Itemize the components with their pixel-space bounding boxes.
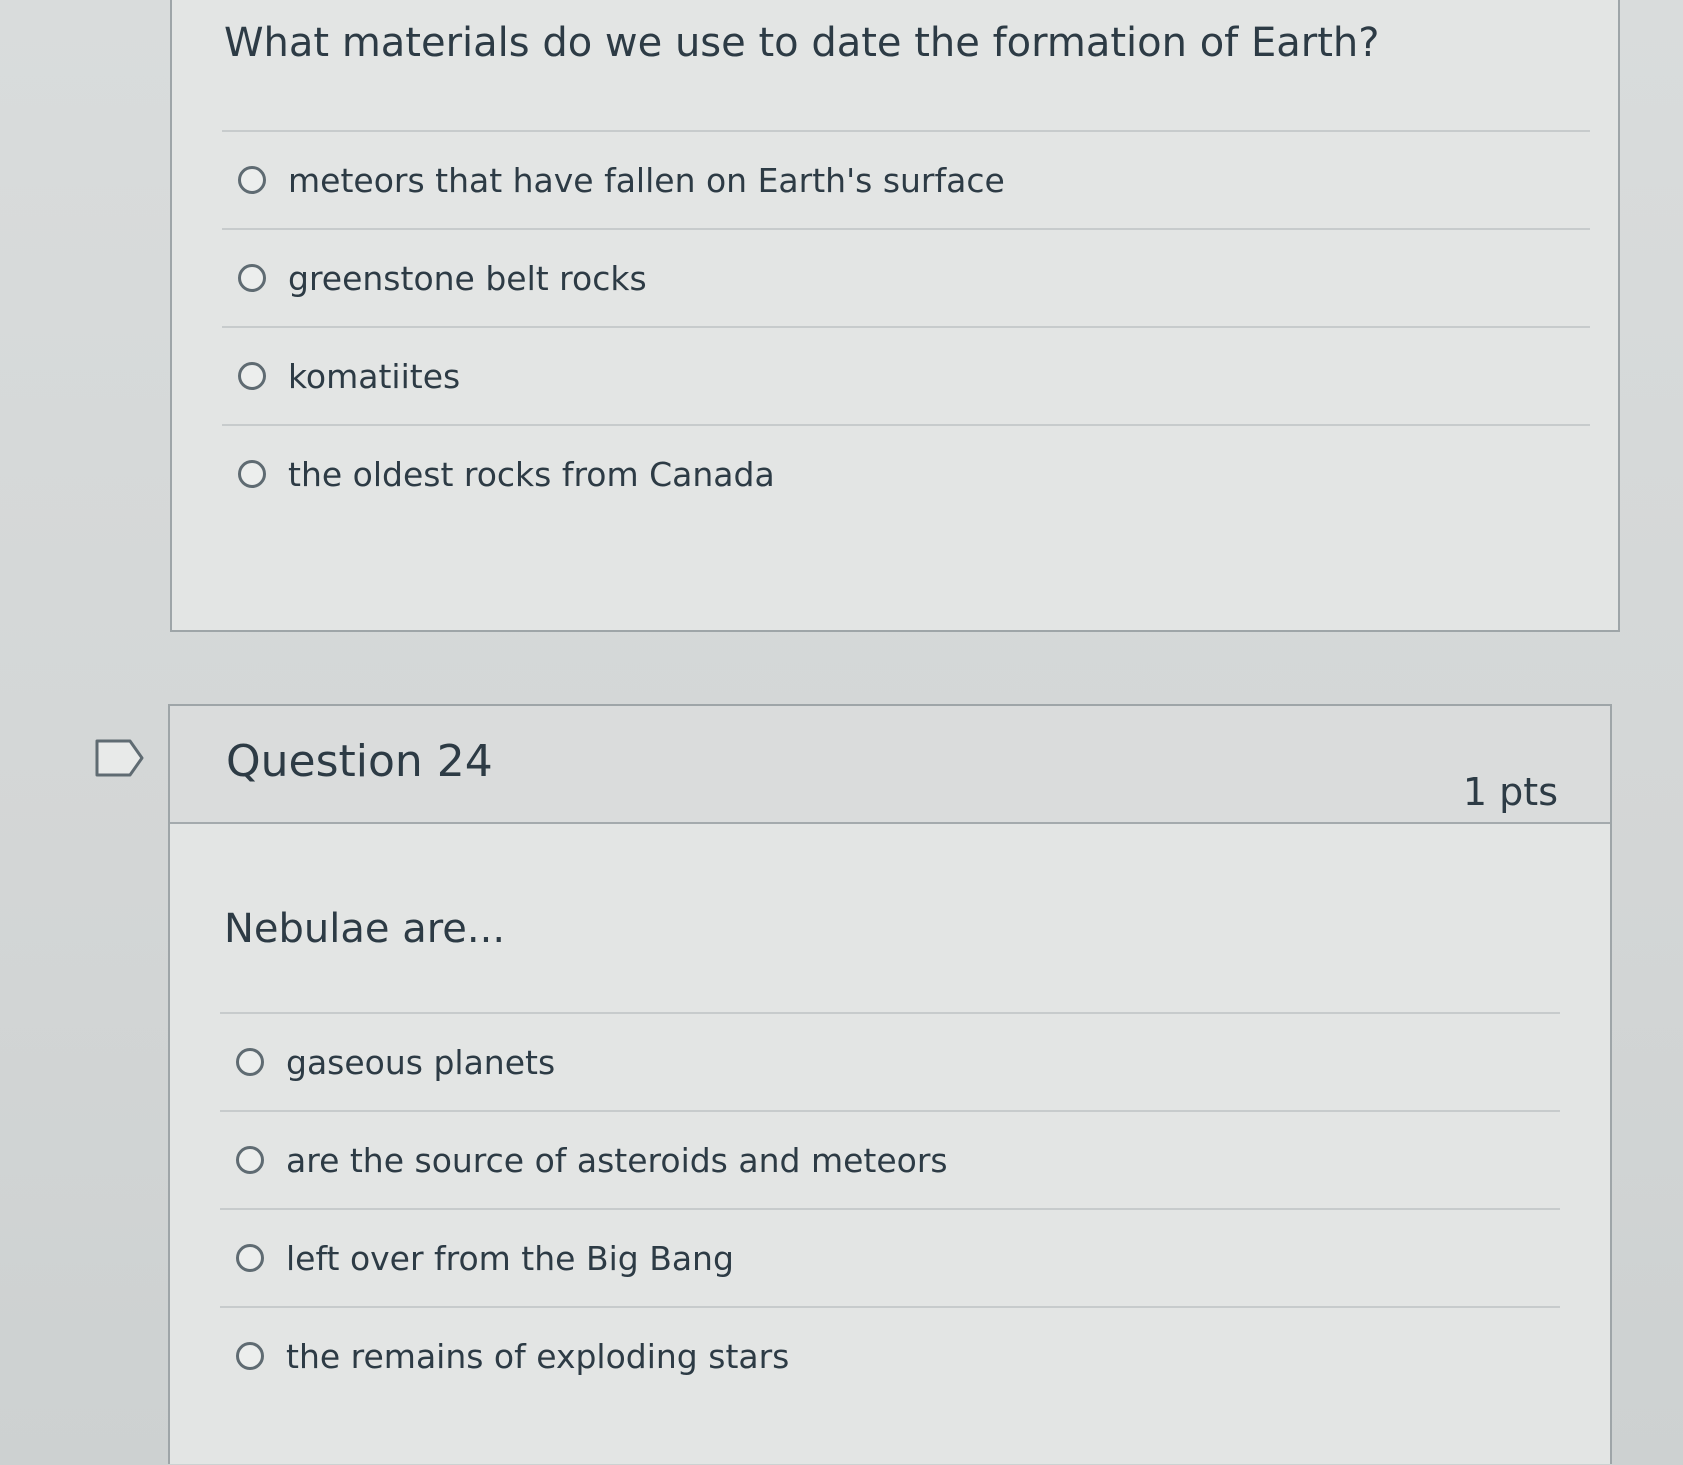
question-title: Question 24: [226, 736, 493, 787]
answer-option[interactable]: left over from the Big Bang: [220, 1208, 1560, 1306]
answer-label: greenstone belt rocks: [288, 258, 647, 298]
answer-label: are the source of asteroids and meteors: [286, 1140, 948, 1180]
question-text: What materials do we use to date the for…: [224, 20, 1380, 66]
answer-option[interactable]: komatiites: [222, 326, 1590, 424]
answer-label: the oldest rocks from Canada: [288, 454, 775, 494]
answer-label: left over from the Big Bang: [286, 1238, 734, 1278]
question-header: Question 24 1 pts: [170, 706, 1610, 824]
answer-option[interactable]: are the source of asteroids and meteors: [220, 1110, 1560, 1208]
answer-label: the remains of exploding stars: [286, 1336, 790, 1376]
radio-button-icon[interactable]: [236, 1048, 264, 1076]
answer-option[interactable]: the oldest rocks from Canada: [222, 424, 1590, 522]
radio-button-icon[interactable]: [236, 1244, 264, 1272]
answer-list: gaseous planets are the source of astero…: [220, 1012, 1560, 1404]
answer-option[interactable]: gaseous planets: [220, 1012, 1560, 1110]
question-23-card: What materials do we use to date the for…: [170, 0, 1620, 632]
answer-option[interactable]: the remains of exploding stars: [220, 1306, 1560, 1404]
radio-button-icon[interactable]: [236, 1146, 264, 1174]
radio-button-icon[interactable]: [238, 166, 266, 194]
radio-button-icon[interactable]: [236, 1342, 264, 1370]
answer-option[interactable]: meteors that have fallen on Earth's surf…: [222, 130, 1590, 228]
answer-label: gaseous planets: [286, 1042, 556, 1082]
question-points: 1 pts: [1462, 770, 1558, 814]
radio-button-icon[interactable]: [238, 460, 266, 488]
question-text: Nebulae are...: [224, 906, 506, 952]
question-24-card: Question 24 1 pts Nebulae are... gaseous…: [168, 704, 1612, 1464]
radio-button-icon[interactable]: [238, 362, 266, 390]
quiz-page: What materials do we use to date the for…: [0, 0, 1683, 1465]
radio-button-icon[interactable]: [238, 264, 266, 292]
flag-question-icon[interactable]: [94, 738, 146, 778]
answer-label: komatiites: [288, 356, 461, 396]
answer-label: meteors that have fallen on Earth's surf…: [288, 160, 1005, 200]
answer-option[interactable]: greenstone belt rocks: [222, 228, 1590, 326]
answer-list: meteors that have fallen on Earth's surf…: [222, 130, 1590, 522]
